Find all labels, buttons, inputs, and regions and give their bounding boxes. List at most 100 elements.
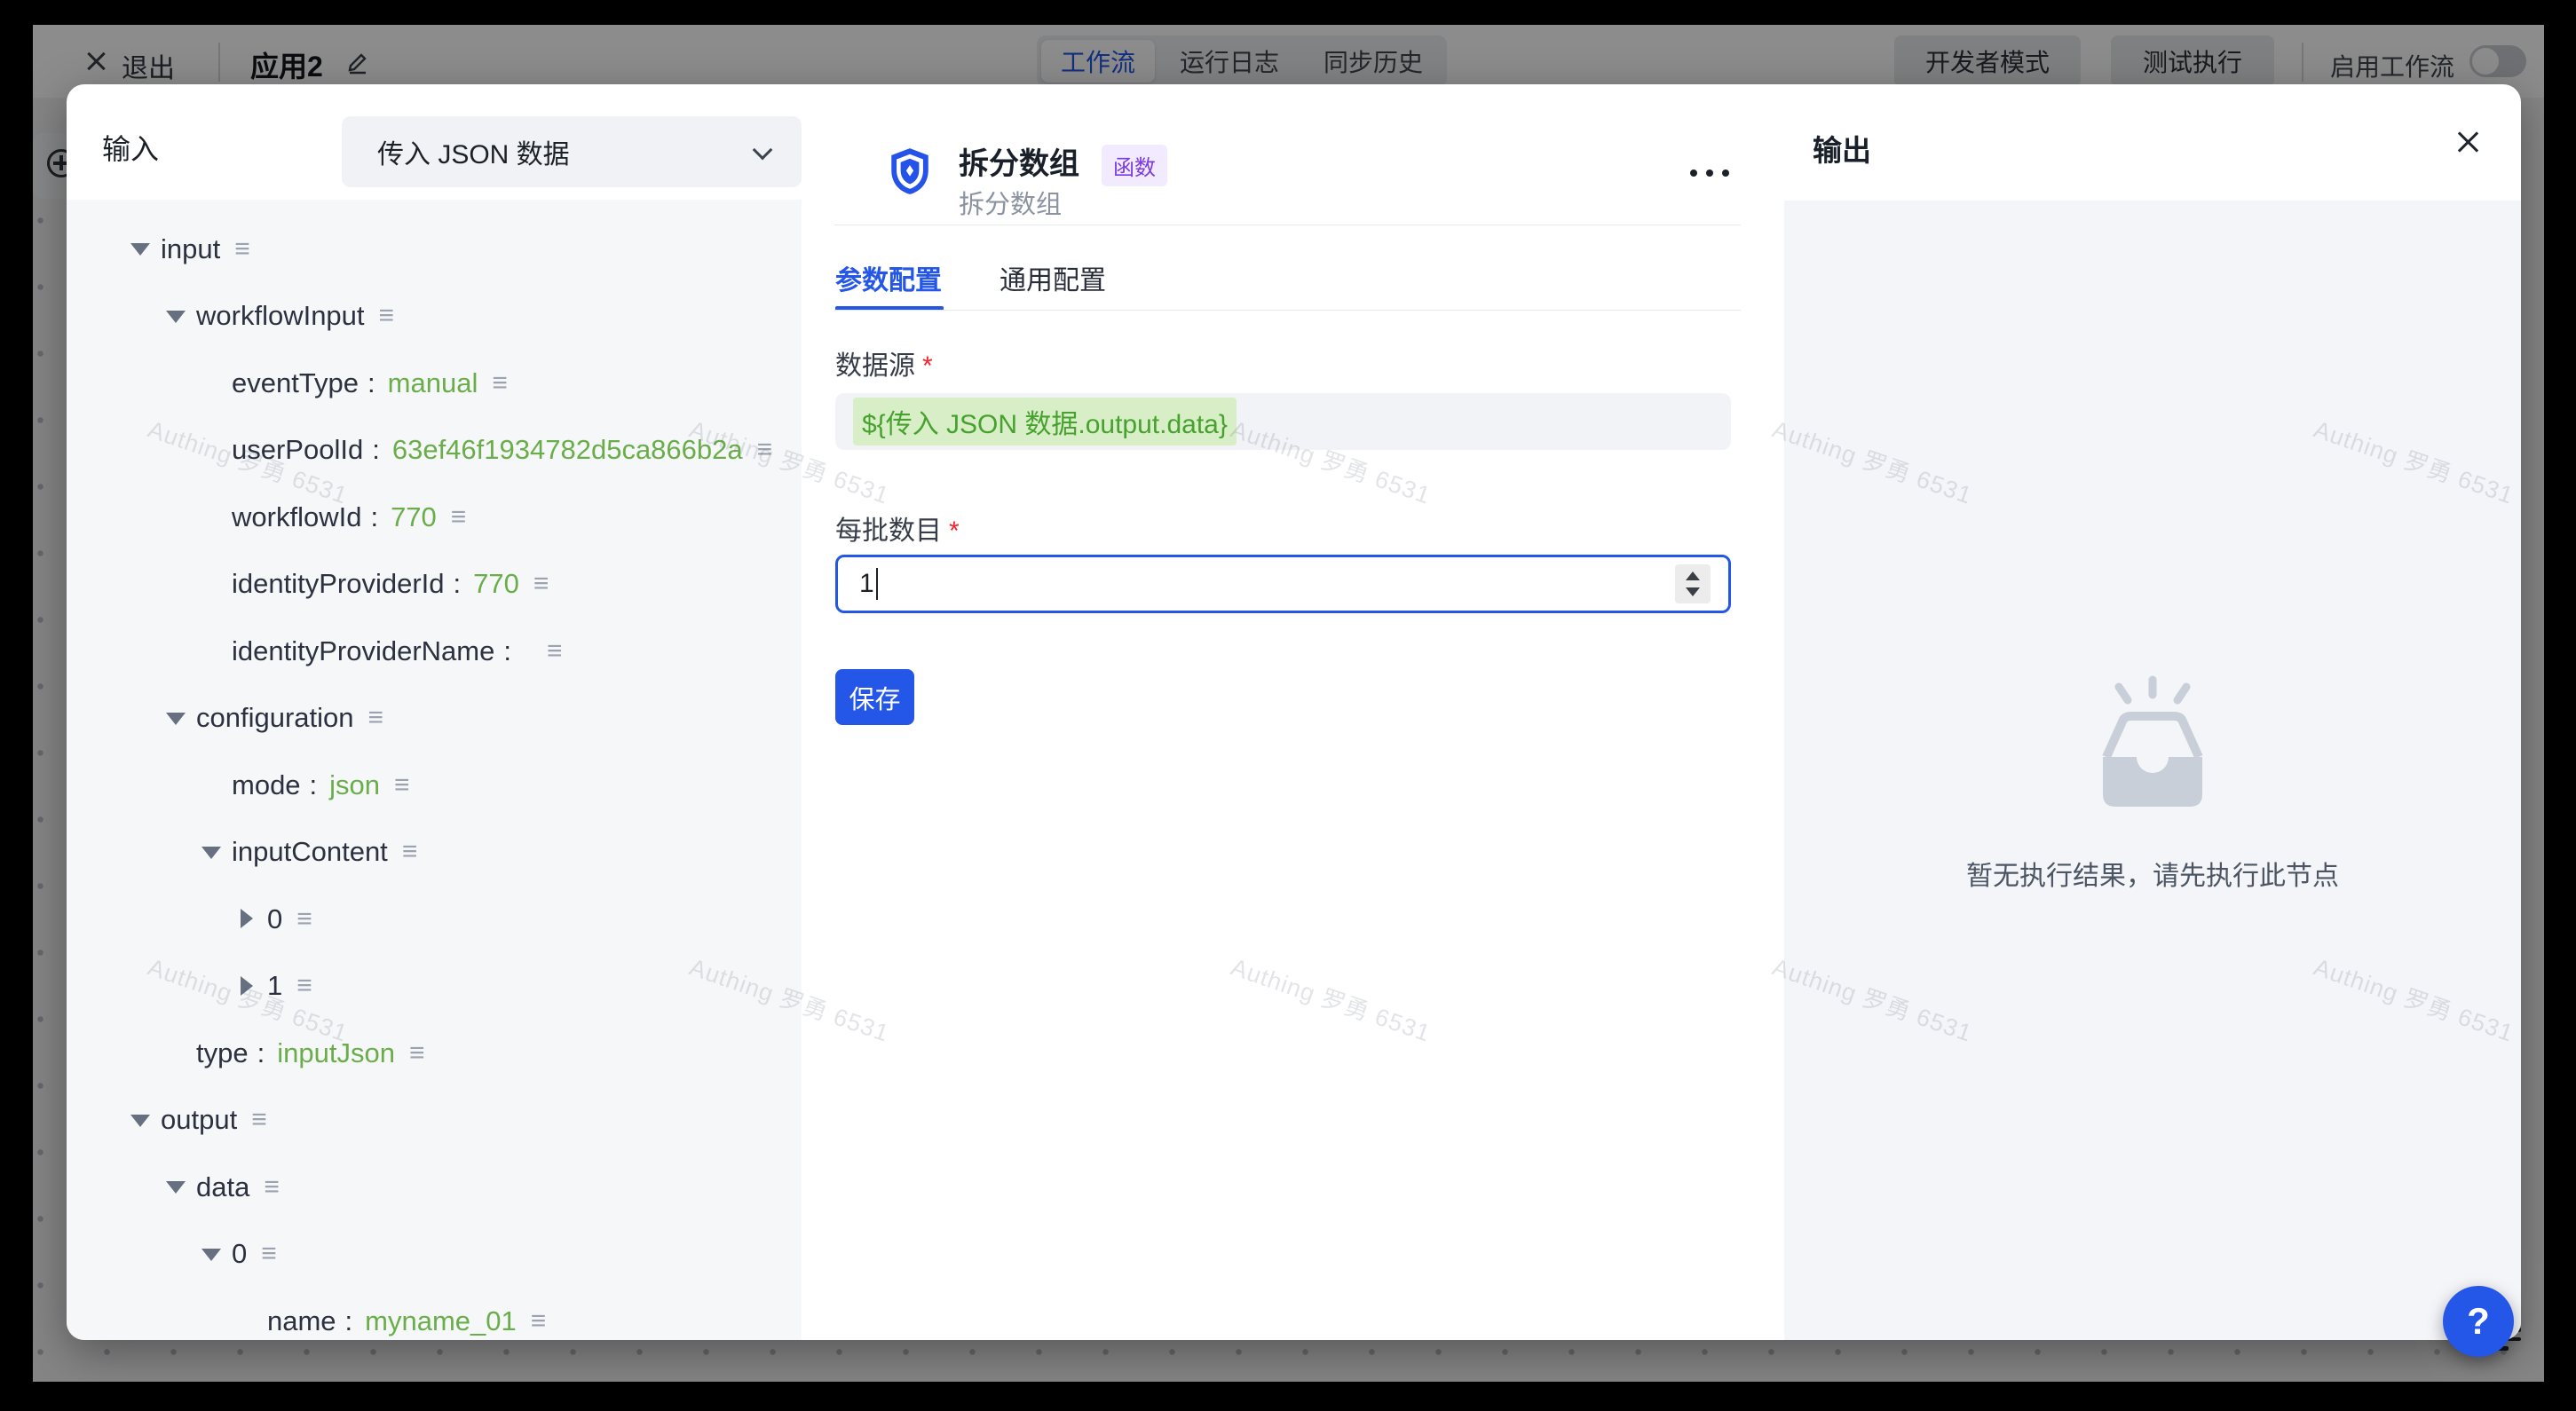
tab-parameter-config[interactable]: 参数配置	[835, 258, 942, 297]
arrow-spacer	[237, 1307, 267, 1335]
help-button[interactable]: ?	[2443, 1286, 2514, 1357]
tree-value: 770	[391, 501, 437, 533]
text-cursor	[876, 568, 878, 600]
chevron-down-icon	[753, 140, 773, 161]
tree-value: manual	[388, 367, 478, 399]
tree-key: identityProviderId	[232, 568, 445, 600]
expand-arrow-icon[interactable]	[237, 905, 267, 933]
tree-row[interactable]: data≡	[67, 1154, 802, 1221]
expand-arrow-icon[interactable]	[201, 839, 232, 866]
drag-handle-icon[interactable]: ≡	[547, 636, 563, 666]
arrow-spacer	[201, 369, 232, 397]
drag-handle-icon[interactable]: ≡	[492, 368, 508, 398]
drag-handle-icon[interactable]: ≡	[296, 971, 312, 1001]
tree-row[interactable]: eventType: manual ≡	[67, 350, 802, 417]
output-panel-header: 输出	[1784, 84, 2521, 201]
node-detail-modal: 输入 传入 JSON 数据 input≡workflowInput≡eventT…	[67, 84, 2521, 1340]
drag-handle-icon[interactable]: ≡	[379, 301, 395, 331]
tree-colon: :	[345, 1305, 353, 1337]
drag-handle-icon[interactable]: ≡	[409, 1038, 425, 1068]
drag-handle-icon[interactable]: ≡	[251, 1105, 267, 1135]
tree-key: workflowInput	[196, 300, 365, 332]
input-panel-header: 输入 传入 JSON 数据	[67, 84, 802, 200]
arrow-spacer	[201, 437, 232, 464]
expand-arrow-icon[interactable]	[237, 973, 267, 1000]
tree-row[interactable]: mode:json≡	[67, 752, 802, 819]
drag-handle-icon[interactable]: ≡	[264, 1172, 280, 1202]
required-asterisk: *	[949, 516, 960, 546]
tree-row[interactable]: 0≡	[67, 886, 802, 953]
node-title: 拆分数组	[959, 139, 1079, 183]
expand-arrow-icon[interactable]	[166, 705, 196, 732]
output-result-area: 暂无执行结果，请先执行此节点	[1784, 201, 2521, 1340]
data-source-label: 数据源*	[835, 343, 933, 382]
expand-arrow-icon[interactable]	[201, 1241, 232, 1268]
drag-handle-icon[interactable]: ≡	[757, 435, 773, 465]
tree-key: configuration	[196, 702, 354, 734]
output-panel: 输出 暂无执行结果，请先执行此节点	[1784, 84, 2521, 1340]
tree-row[interactable]: input≡	[67, 216, 802, 283]
more-menu-icon[interactable]	[1690, 169, 1747, 177]
drag-handle-icon[interactable]: ≡	[368, 703, 384, 733]
arrow-spacer	[201, 503, 232, 531]
expand-arrow-icon[interactable]	[130, 1107, 161, 1134]
arrow-spacer	[166, 1039, 196, 1067]
tree-key: eventType	[232, 367, 359, 399]
batch-size-value: 1	[859, 569, 874, 599]
tree-colon: :	[367, 367, 375, 399]
expand-arrow-icon[interactable]	[166, 303, 196, 330]
required-asterisk: *	[922, 351, 933, 381]
tree-key: output	[161, 1104, 237, 1136]
stepper-up-icon[interactable]	[1675, 564, 1711, 584]
tree-row[interactable]: workflowId:770≡	[67, 484, 802, 551]
data-source-input[interactable]: ${传入 JSON 数据.output.data}	[835, 393, 1731, 450]
tree-row[interactable]: userPoolId:63ef46f1934782d5ca866b2a≡	[67, 417, 802, 485]
stepper-down-icon[interactable]	[1675, 584, 1711, 603]
empty-inbox-icon	[2082, 675, 2224, 817]
variable-token[interactable]: ${传入 JSON 数据.output.data}	[853, 398, 1237, 445]
close-modal-icon[interactable]	[2453, 127, 2483, 157]
drag-handle-icon[interactable]: ≡	[234, 234, 250, 264]
tree-row[interactable]: configuration ≡	[67, 685, 802, 753]
tree-row[interactable]: identityProviderId:770≡	[67, 551, 802, 619]
tree-row[interactable]: 0≡	[67, 1221, 802, 1289]
tree-colon: :	[372, 434, 380, 466]
drag-handle-icon[interactable]: ≡	[296, 904, 312, 934]
drag-handle-icon[interactable]: ≡	[261, 1239, 277, 1269]
input-source-select[interactable]: 传入 JSON 数据	[342, 116, 802, 187]
arrow-spacer	[201, 637, 232, 665]
tree-row[interactable]: inputContent≡	[67, 819, 802, 887]
tree-colon: :	[370, 501, 378, 533]
tree-value: 770	[473, 568, 519, 600]
tree-key: identityProviderName	[232, 635, 494, 667]
tree-key: 1	[267, 970, 282, 1002]
drag-handle-icon[interactable]: ≡	[394, 770, 410, 800]
drag-handle-icon[interactable]: ≡	[451, 502, 467, 532]
batch-size-input[interactable]: 1	[835, 555, 1731, 613]
expand-arrow-icon[interactable]	[130, 235, 161, 263]
tree-value: json	[329, 769, 380, 801]
tree-row[interactable]: type:inputJson≡	[67, 1020, 802, 1087]
tree-key: 0	[232, 1238, 247, 1270]
empty-state-text: 暂无执行结果，请先执行此节点	[1784, 854, 2521, 893]
arrow-spacer	[201, 771, 232, 799]
tabs-divider	[834, 310, 1741, 311]
tree-value: myname_01	[365, 1305, 517, 1337]
node-subtitle: 拆分数组	[959, 184, 1062, 221]
tree-row[interactable]: output ≡	[67, 1087, 802, 1155]
arrow-spacer	[201, 571, 232, 598]
node-config-panel: 拆分数组 函数 拆分数组 参数配置 通用配置 数据源* ${传入 JSON 数据…	[802, 84, 1784, 1340]
tree-row[interactable]: name:myname_01≡	[67, 1288, 802, 1340]
save-button[interactable]: 保存	[835, 669, 914, 725]
tree-row[interactable]: workflowInput ≡	[67, 283, 802, 351]
tree-row[interactable]: 1≡	[67, 953, 802, 1021]
drag-handle-icon[interactable]: ≡	[402, 837, 418, 867]
output-panel-title: 输出	[1813, 127, 1871, 169]
tab-general-config[interactable]: 通用配置	[1000, 258, 1106, 297]
tree-row[interactable]: identityProviderName:≡	[67, 618, 802, 685]
drag-handle-icon[interactable]: ≡	[531, 1306, 547, 1336]
tree-colon: :	[257, 1037, 265, 1069]
expand-arrow-icon[interactable]	[166, 1173, 196, 1201]
input-source-value: 传入 JSON 数据	[377, 132, 570, 171]
drag-handle-icon[interactable]: ≡	[533, 569, 549, 599]
